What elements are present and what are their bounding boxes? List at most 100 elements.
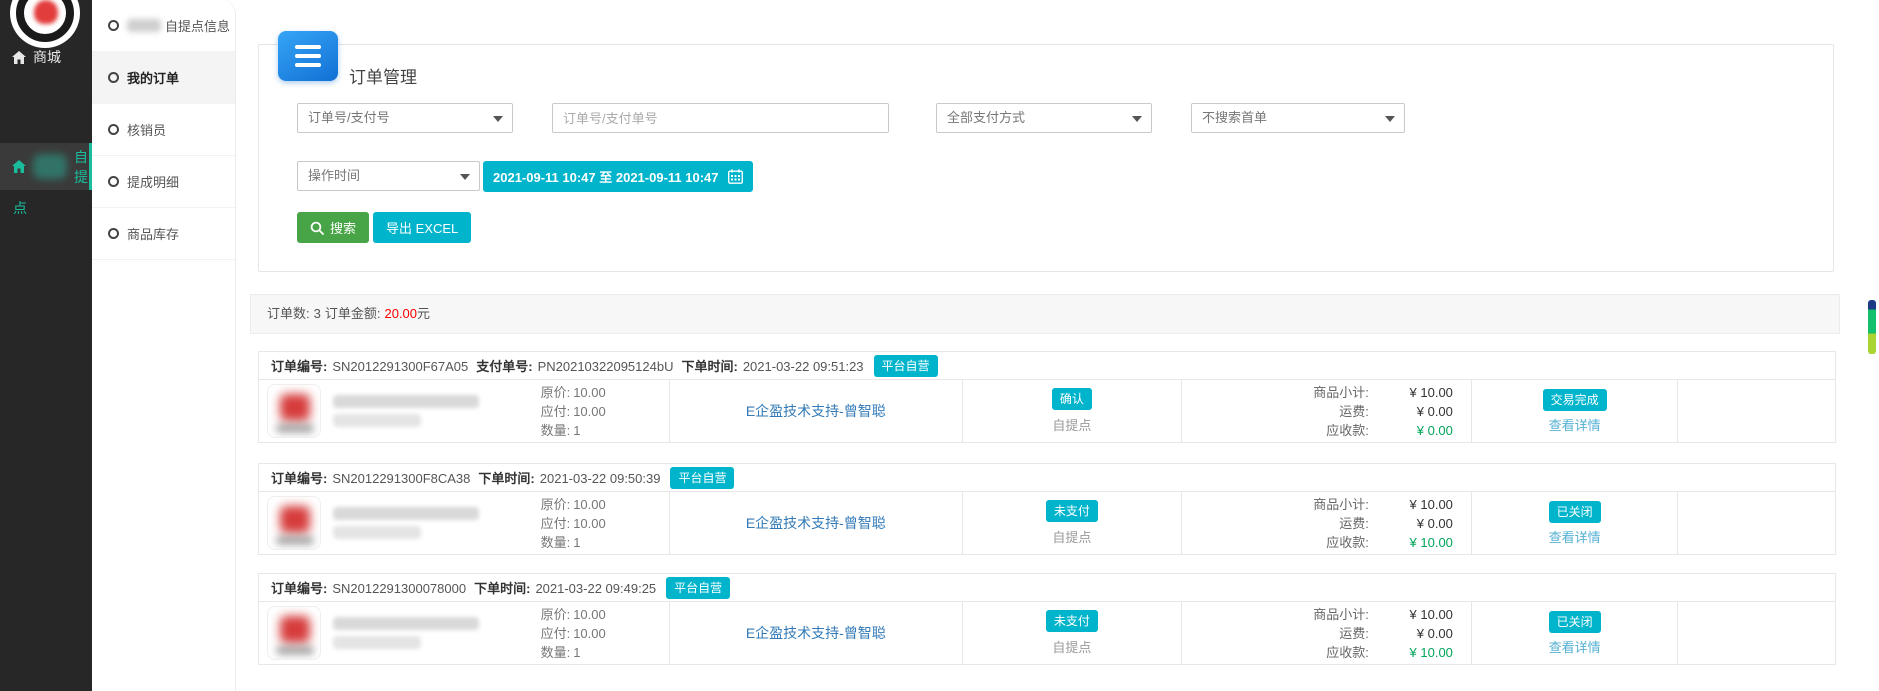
receivable-label: 应收款: [1192,643,1369,662]
order-card: 订单编号:SN2012291300F8CA38 下单时间:2021-03-22 … [258,463,1836,555]
delivery-type: 自提点 [1052,415,1091,434]
order-time-label: 下单时间: [478,471,534,486]
store-name-link[interactable]: E企盈技术支持-曾智聪 [746,401,886,421]
scrollbar-track [1865,0,1879,691]
order-amount-unit: 元 [417,306,430,321]
circle-icon [108,176,119,187]
store-cell: E企盈技术支持-曾智聪 [669,602,962,664]
price-block: 原价:10.00 应付:10.00 数量:1 [541,383,609,440]
submenu-item-pickup-info[interactable]: 自提点信息 [92,0,235,52]
shipping-label: 运费: [1192,624,1369,643]
quantity-label: 数量: [541,423,571,438]
select-value: 订单号/支付号 [308,110,390,125]
empty-cell [1677,492,1835,554]
orig-price: 10.00 [573,385,606,400]
order-number-input[interactable] [552,103,889,133]
submenu-item-my-orders[interactable]: 我的订单 [92,52,235,104]
order-number-type-select[interactable]: 订单号/支付号 [297,103,513,133]
redacted-image [276,424,314,433]
totals-cell: 商品小计:¥ 10.00 运费:¥ 0.00 应收款:¥ 10.00 [1181,602,1471,664]
quantity-label: 数量: [541,645,571,660]
order-time-label: 下单时间: [681,359,737,374]
select-value: 操作时间 [308,168,360,183]
order-body: 原价:10.00 应付:10.00 数量:1 E企盈技术支持-曾智聪 未支付 自… [258,492,1836,555]
shipping-value: ¥ 0.00 [1369,402,1453,421]
search-button[interactable]: 搜索 [297,212,369,243]
circle-icon [108,20,119,31]
store-name-link[interactable]: E企盈技术支持-曾智聪 [746,623,886,643]
subtotal-value: ¥ 10.00 [1369,495,1453,514]
calendar-icon [728,169,743,184]
order-no: SN2012291300F8CA38 [332,471,470,486]
hamburger-icon [295,45,321,67]
quantity: 1 [573,535,580,550]
platform-badge: 平台自营 [666,577,730,599]
submenu-sidebar: 自提点信息 我的订单 核销员 提成明细 商品库存 [92,0,235,691]
order-no-label: 订单编号: [271,359,327,374]
dark-sidebar: 商城 自提 点 [0,0,92,691]
shipping-label: 运费: [1192,402,1369,421]
date-range-button[interactable]: 2021-09-11 10:47 至 2021-09-11 10:47 [483,161,753,192]
receivable-label: 应收款: [1192,421,1369,440]
order-no: SN2012291300F67A05 [332,359,468,374]
price-block: 原价:10.00 应付:10.00 数量:1 [541,495,609,552]
pay-status-cell: 确认 自提点 [962,380,1181,442]
scrollbar-thumb[interactable] [1868,300,1876,354]
order-amount-label: 订单金额: [325,306,381,321]
submenu-item-product-stock[interactable]: 商品库存 [92,208,235,260]
orig-price: 10.00 [573,607,606,622]
payable: 10.00 [573,626,606,641]
receivable-value: ¥ 10.00 [1369,533,1453,552]
menu-toggle-button[interactable] [278,31,338,81]
view-detail-link[interactable]: 查看详情 [1549,415,1601,434]
order-summary-bar: 订单数:3订单金额:20.00元 [250,294,1840,334]
order-header: 订单编号:SN2012291300F8CA38 下单时间:2021-03-22 … [258,463,1836,492]
sidebar-item-mall[interactable]: 商城 [0,36,92,78]
chevron-down-icon [493,116,503,122]
order-card: 订单编号:SN2012291300078000 下单时间:2021-03-22 … [258,573,1836,665]
export-excel-button[interactable]: 导出 EXCEL [373,212,471,243]
home-icon [12,51,26,64]
state-cell: 已关闭 查看详情 [1471,492,1677,554]
submenu-item-verifier[interactable]: 核销员 [92,104,235,156]
time-type-select[interactable]: 操作时间 [297,161,480,191]
shipping-value: ¥ 0.00 [1369,624,1453,643]
payable-label: 应付: [541,626,571,641]
redacted-image [276,536,314,545]
order-state-badge: 交易完成 [1543,389,1607,411]
export-button-label: 导出 EXCEL [386,218,458,237]
submenu-item-label: 核销员 [127,120,166,139]
store-name-link[interactable]: E企盈技术支持-曾智聪 [746,513,886,533]
view-detail-link[interactable]: 查看详情 [1549,527,1601,546]
subtotal-label: 商品小计: [1192,495,1369,514]
date-range-value: 2021-09-11 10:47 至 2021-09-11 10:47 [493,167,719,186]
submenu-item-label: 自提点信息 [165,16,230,35]
product-cell: 原价:10.00 应付:10.00 数量:1 [259,380,669,442]
circle-icon [108,72,119,83]
payable-label: 应付: [541,516,571,531]
sidebar-item-pickup-point[interactable]: 自提 [0,143,92,190]
pay-no: PN20210322095124bU [538,359,674,374]
quantity: 1 [573,423,580,438]
totals-cell: 商品小计:¥ 10.00 运费:¥ 0.00 应收款:¥ 0.00 [1181,380,1471,442]
submenu-item-label: 提成明细 [127,172,179,191]
redacted-product-name [333,507,483,539]
orig-price-label: 原价: [541,385,571,400]
select-value: 全部支付方式 [947,110,1025,125]
search-button-label: 搜索 [330,218,356,237]
order-card: 订单编号:SN2012291300F67A05 支付单号:PN202103220… [258,351,1836,443]
quantity-label: 数量: [541,535,571,550]
submenu-item-label: 商品库存 [127,224,179,243]
submenu-item-commission-detail[interactable]: 提成明细 [92,156,235,208]
subtotal-label: 商品小计: [1192,383,1369,402]
chevron-down-icon [1385,116,1395,122]
first-order-select[interactable]: 不搜索首单 [1191,103,1405,133]
view-detail-link[interactable]: 查看详情 [1549,637,1601,656]
order-time: 2021-03-22 09:49:25 [535,581,656,596]
pay-status-badge: 未支付 [1046,500,1098,522]
home-icon [12,160,26,173]
main-content: 订单管理 订单号/支付号 全部支付方式 不搜索首单 操作时间 2021-09-1… [235,0,1879,691]
pay-method-select[interactable]: 全部支付方式 [936,103,1152,133]
order-time: 2021-03-22 09:51:23 [743,359,864,374]
platform-badge: 平台自营 [670,467,734,489]
